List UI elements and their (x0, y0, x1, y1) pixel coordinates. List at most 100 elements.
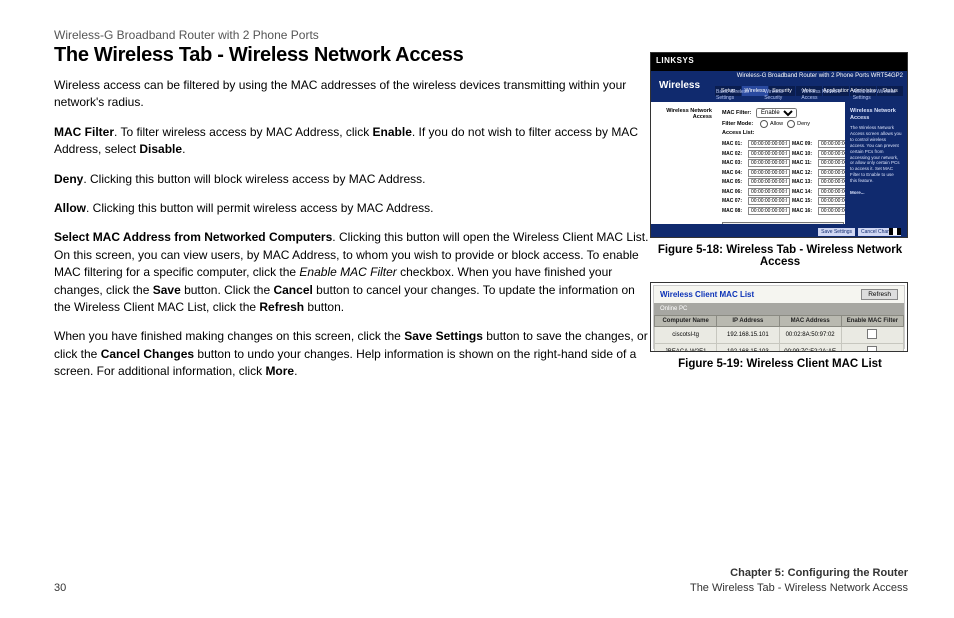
cisco-logo-icon (889, 228, 901, 235)
mac-input[interactable] (748, 169, 790, 177)
text: button. Click the (181, 283, 274, 297)
figure-5-18-caption: Figure 5-18: Wireless Tab - Wireless Net… (650, 244, 910, 268)
figure-5-19-caption: Figure 5-19: Wireless Client MAC List (650, 358, 910, 370)
section-title: Wireless (659, 80, 700, 91)
mac-label: MAC 16: (792, 208, 816, 214)
mac-row: MAC 07:MAC 15: (722, 197, 838, 205)
save-settings-button[interactable]: Save Settings (818, 228, 855, 236)
product-line: Wireless-G Broadband Router with 2 Phone… (54, 28, 908, 42)
linksys-brand: LINKSYS (656, 56, 694, 65)
mac-list-refresh-button[interactable]: Refresh (861, 289, 898, 300)
deny-radio[interactable] (787, 120, 795, 128)
select-label: Select MAC Address from Networked Comput… (54, 230, 332, 244)
text: . To filter wireless access by MAC Addre… (114, 125, 373, 139)
subtab-network-access[interactable]: Wireless Network Access (801, 89, 846, 101)
more-word: More (265, 364, 294, 378)
text: . (294, 364, 297, 378)
access-list-row: Access List: (722, 130, 838, 136)
col-computer-name: Computer Name (655, 316, 717, 327)
mac-label: MAC 12: (792, 170, 816, 176)
side-label: Wireless Network Access (651, 102, 715, 126)
cancel-changes-word: Cancel Changes (101, 347, 194, 361)
cell-mac: 00:02:8A:50:97:02 (779, 327, 841, 344)
table-row: ciscotsl-tg 192.168.15.101 00:02:8A:50:9… (655, 327, 904, 344)
help-more-link[interactable]: More... (850, 190, 902, 196)
mac-input[interactable] (748, 159, 790, 167)
mac-list-titlebar: Wireless Client MAC List Refresh (654, 286, 904, 303)
subtab-security[interactable]: Wireless Security (764, 89, 795, 101)
linksys-topbar: LINKSYS (651, 53, 907, 71)
mac-list-title: Wireless Client MAC List (660, 290, 754, 299)
refresh-word: Refresh (259, 300, 304, 314)
mac-filter-paragraph: MAC Filter. To filter wireless access by… (54, 124, 654, 159)
text: . Clicking this button will permit wirel… (86, 201, 433, 215)
mac-filter-select[interactable]: Enable (756, 108, 797, 118)
help-panel: Wireless Network Access The Wireless Net… (845, 102, 907, 238)
bottom-bar: Save Settings Cancel Changes (651, 224, 907, 238)
allow-paragraph: Allow. Clicking this button will permit … (54, 200, 654, 217)
mac-row: MAC 03:MAC 11: (722, 159, 838, 167)
hero-banner: Wireless Wireless-G Broadband Router wit… (651, 71, 907, 102)
footer-right: Chapter 5: Configuring the Router The Wi… (690, 566, 908, 596)
help-text: The Wireless Network Access screen allow… (850, 125, 902, 183)
col-enable-filter: Enable MAC Filter (841, 316, 903, 327)
help-title: Wireless Network Access (850, 108, 902, 122)
mac-filter-label: MAC Filter (54, 125, 114, 139)
online-pc-band: Online PC (654, 303, 904, 315)
mac-label: MAC 09: (792, 141, 816, 147)
mac-row: MAC 05:MAC 13: (722, 178, 838, 186)
mac-input[interactable] (748, 178, 790, 186)
mac-input[interactable] (748, 188, 790, 196)
filter-mode-row: Filter Mode: Allow Deny (722, 120, 838, 128)
mac-row: MAC 06:MAC 14: (722, 188, 838, 196)
save-settings-word: Save Settings (404, 329, 483, 343)
mac-row: MAC 01: MAC 09: (722, 140, 838, 148)
subtab-basic[interactable]: Basic Wireless Settings (716, 89, 758, 101)
form-area: MAC Filter: Enable Filter Mode: Allow De… (716, 102, 844, 238)
mac-label: MAC 14: (792, 189, 816, 195)
cell-name: ciscotsl-tg (655, 327, 717, 344)
text: . (182, 142, 185, 156)
access-list-label: Access List: (722, 130, 756, 136)
col-mac-address: MAC Address (779, 316, 841, 327)
body-column: Wireless access can be filtered by using… (54, 77, 654, 380)
col-ip-address: IP Address (717, 316, 779, 327)
mac-input[interactable] (748, 197, 790, 205)
mac-row: MAC 08: MAC 16: (722, 207, 838, 215)
finish-paragraph: When you have finished making changes on… (54, 328, 654, 380)
disable-word: Disable (139, 142, 182, 156)
cancel-word: Cancel (273, 283, 312, 297)
mac-label: MAC 08: (722, 208, 746, 214)
mac-label: MAC 01: (722, 141, 746, 147)
mac-label: MAC 04: (722, 170, 746, 176)
select-paragraph: Select MAC Address from Networked Comput… (54, 229, 654, 316)
mac-address-grid: MAC 01:MAC 09:MAC 02:MAC 10:MAC 03:MAC 1… (722, 140, 838, 215)
enable-filter-checkbox[interactable] (867, 329, 877, 339)
cell-name: JBEACA-W2E1 (655, 344, 717, 353)
allow-radio-label: Allow (770, 121, 783, 127)
enable-filter-checkbox[interactable] (867, 346, 877, 352)
allow-radio[interactable] (760, 120, 768, 128)
mac-label: MAC 07: (722, 198, 746, 204)
mac-input[interactable] (748, 140, 790, 148)
cell-ip: 192.168.15.103 (717, 344, 779, 353)
figures-column: LINKSYS Wireless Wireless-G Broadband Ro… (650, 52, 910, 384)
mac-input[interactable] (748, 207, 790, 215)
text: . Clicking this button will block wirele… (83, 172, 425, 186)
online-pc-label: Online PC (654, 306, 730, 312)
page-number: 30 (54, 582, 66, 594)
subtab-advanced[interactable]: Advanced Wireless Settings (853, 89, 903, 101)
content-area: Wireless Network Access MAC Filter: Enab… (651, 102, 907, 238)
cell-checkbox (841, 344, 903, 353)
enable-word: Enable (373, 125, 412, 139)
text: button. (304, 300, 344, 314)
deny-label: Deny (54, 172, 83, 186)
mac-filter-label-mini: MAC Filter: (722, 110, 756, 116)
mac-label: MAC 11: (792, 160, 816, 166)
mac-input[interactable] (748, 150, 790, 158)
mac-filter-row: MAC Filter: Enable (722, 108, 838, 118)
side-label-area: Wireless Network Access (651, 102, 715, 238)
enable-mac-filter-italic: Enable MAC Filter (299, 265, 396, 279)
deny-radio-label: Deny (797, 121, 810, 127)
footer-section: The Wireless Tab - Wireless Network Acce… (690, 581, 908, 596)
